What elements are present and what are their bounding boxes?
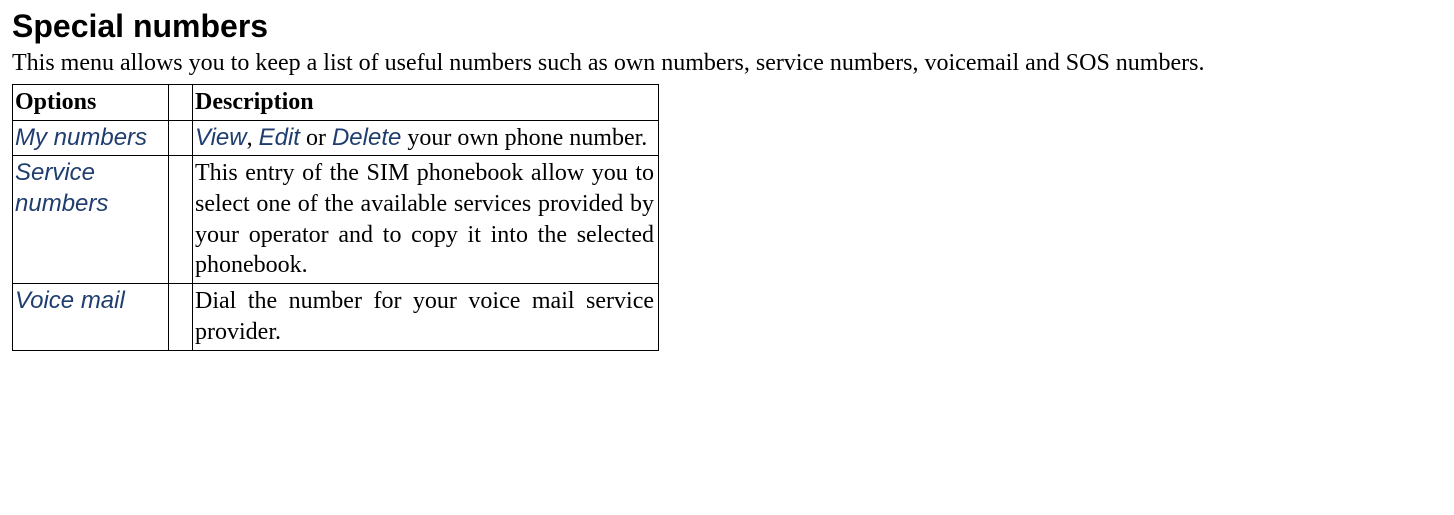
table-row: Voice mail Dial the number for your voic… — [13, 284, 659, 350]
gap-cell — [169, 284, 193, 350]
desc-voice-mail: Dial the number for your voice mail serv… — [193, 284, 659, 350]
text-rest: your own phone number. — [401, 125, 647, 151]
page-title: Special numbers — [12, 8, 1442, 45]
table-row: Service numbers This entry of the SIM ph… — [13, 156, 659, 284]
table-header-row: Options Description — [13, 84, 659, 120]
text-sep: or — [300, 125, 332, 151]
header-description: Description — [193, 84, 659, 120]
desc-my-numbers: View, Edit or Delete your own phone numb… — [193, 120, 659, 156]
option-service-numbers: Service numbers — [13, 156, 169, 284]
option-voice-mail: Voice mail — [13, 284, 169, 350]
header-gap — [169, 84, 193, 120]
emph-delete: Delete — [332, 124, 401, 151]
text-sep: , — [247, 125, 259, 151]
emph-edit: Edit — [259, 124, 300, 151]
emph-view: View — [195, 124, 247, 151]
option-my-numbers: My numbers — [13, 120, 169, 156]
table-row: My numbers View, Edit or Delete your own… — [13, 120, 659, 156]
gap-cell — [169, 120, 193, 156]
intro-paragraph: This menu allows you to keep a list of u… — [12, 49, 1442, 78]
options-table: Options Description My numbers View, Edi… — [12, 84, 659, 351]
header-options: Options — [13, 84, 169, 120]
desc-service-numbers: This entry of the SIM phonebook allow yo… — [193, 156, 659, 284]
gap-cell — [169, 156, 193, 284]
